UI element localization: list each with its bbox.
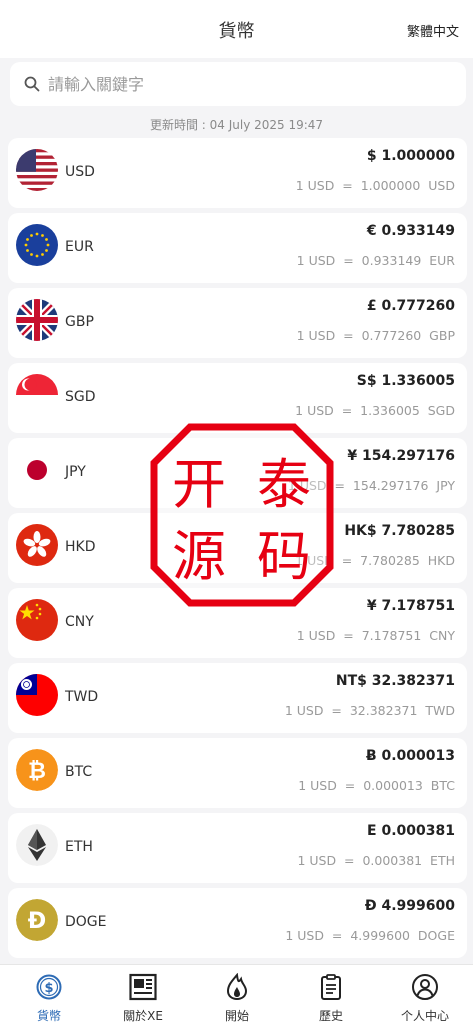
search-bar[interactable]: [10, 62, 466, 106]
currency-code: BTC: [65, 764, 93, 780]
currency-rate: 1 USD = 1.336005 SGD: [295, 403, 455, 418]
currency-value: Ð 4.999600: [364, 898, 455, 914]
newspaper-icon: [129, 973, 157, 1001]
tab-currency[interactable]: $ 貨幣: [2, 965, 96, 1024]
currency-value: $ 1.000000: [366, 148, 455, 164]
currency-rate: 1 USD = 1.000000 USD: [295, 178, 455, 193]
currency-value: ¥ 154.297176: [347, 448, 455, 464]
language-switch[interactable]: 繁體中文: [407, 21, 459, 40]
currency-code: HKD: [65, 539, 96, 555]
tab-about-xe[interactable]: 關於XE: [96, 965, 190, 1024]
currency-value: NT$ 32.382371: [335, 673, 455, 689]
currency-rate: 1 USD = 0.777260 GBP: [296, 328, 455, 343]
cn-flag-icon: [16, 599, 58, 641]
dollar-circle-icon: $: [36, 974, 62, 1000]
hk-flag-icon: [16, 524, 58, 566]
currency-row-gbp[interactable]: GBP £ 0.777260 1 USD = 0.777260 GBP: [8, 288, 467, 358]
svg-text:₿: ₿: [28, 759, 46, 784]
bottom-tab-bar: $ 貨幣 關於XE 開始 歷史 个人中心: [0, 964, 473, 1024]
currency-value: Ε 0.000381: [367, 823, 455, 839]
currency-value: HK$ 7.780285: [344, 523, 455, 539]
currency-code: USD: [65, 164, 95, 180]
flame-icon: [226, 973, 248, 1001]
currency-rate: 1 USD = 7.178751 CNY: [296, 628, 455, 643]
currency-code: EUR: [65, 239, 94, 255]
currency-rate: 1 USD = 0.000013 BTC: [298, 778, 455, 793]
tab-label: 關於XE: [123, 1009, 163, 1023]
app-header: 貨幣 繁體中文: [0, 0, 473, 58]
currency-code: GBP: [65, 314, 94, 330]
currency-value: £ 0.777260: [366, 298, 455, 314]
currency-code: TWD: [65, 689, 99, 705]
uk-flag-icon: [16, 299, 58, 341]
currency-row-btc[interactable]: ₿ BTC Ƀ 0.000013 1 USD = 0.000013 BTC: [8, 738, 467, 808]
tw-flag-icon: [16, 674, 58, 716]
ethereum-icon: [16, 824, 58, 866]
currency-code: ETH: [65, 839, 93, 855]
sg-flag-icon: [16, 374, 58, 416]
tab-label: 開始: [224, 1009, 249, 1023]
clipboard-icon: [321, 974, 341, 1000]
svg-text:源: 源: [172, 525, 226, 588]
currency-rate: 1 USD = 0.000381 ETH: [297, 853, 455, 868]
currency-row-eur[interactable]: EUR € 0.933149 1 USD = 0.933149 EUR: [8, 213, 467, 283]
currency-row-eth[interactable]: ETH Ε 0.000381 1 USD = 0.000381 ETH: [8, 813, 467, 883]
dogecoin-icon: Ð: [16, 899, 58, 941]
eu-flag-icon: [16, 224, 58, 266]
currency-row-doge[interactable]: Ð DOGE Ð 4.999600 1 USD = 4.999600 DOGE: [8, 888, 467, 958]
page-title: 貨幣: [218, 21, 255, 42]
updated-time: 更新時間 : 04 July 2025 19:47: [149, 118, 324, 132]
currency-value: Ƀ 0.000013: [365, 748, 455, 764]
user-circle-icon: [412, 974, 438, 1000]
currency-code: DOGE: [65, 914, 107, 930]
tab-history[interactable]: 歷史: [284, 965, 378, 1024]
tab-start[interactable]: 開始: [190, 965, 284, 1024]
currency-code: SGD: [65, 389, 96, 405]
tab-label: 歷史: [318, 1009, 343, 1023]
currency-rate: 1 USD = 32.382371 TWD: [284, 703, 455, 718]
us-flag-icon: [16, 149, 58, 191]
currency-rate: 1 USD = 0.933149 EUR: [296, 253, 455, 268]
currency-value: ¥ 7.178751: [366, 598, 455, 614]
currency-rate: 1 USD = 4.999600 DOGE: [285, 928, 455, 943]
svg-text:开: 开: [172, 453, 226, 516]
tab-profile[interactable]: 个人中心: [378, 965, 472, 1024]
watermark-seal: 开 泰 源 码: [150, 423, 334, 607]
currency-row-usd[interactable]: USD $ 1.000000 1 USD = 1.000000 USD: [8, 138, 467, 208]
search-input[interactable]: [48, 70, 448, 98]
svg-text:码: 码: [257, 525, 311, 588]
search-icon: [24, 76, 40, 92]
svg-text:Ð: Ð: [28, 909, 46, 934]
bitcoin-icon: ₿: [16, 749, 58, 791]
tab-label: 个人中心: [400, 1009, 449, 1023]
svg-text:$: $: [44, 981, 53, 996]
currency-value: € 0.933149: [366, 223, 455, 239]
tab-label: 貨幣: [36, 1009, 61, 1023]
currency-row-twd[interactable]: TWD NT$ 32.382371 1 USD = 32.382371 TWD: [8, 663, 467, 733]
currency-code: JPY: [65, 464, 86, 480]
svg-text:泰: 泰: [257, 453, 311, 516]
jp-flag-icon: [16, 449, 58, 491]
currency-code: CNY: [65, 614, 94, 630]
currency-value: S$ 1.336005: [356, 373, 455, 389]
